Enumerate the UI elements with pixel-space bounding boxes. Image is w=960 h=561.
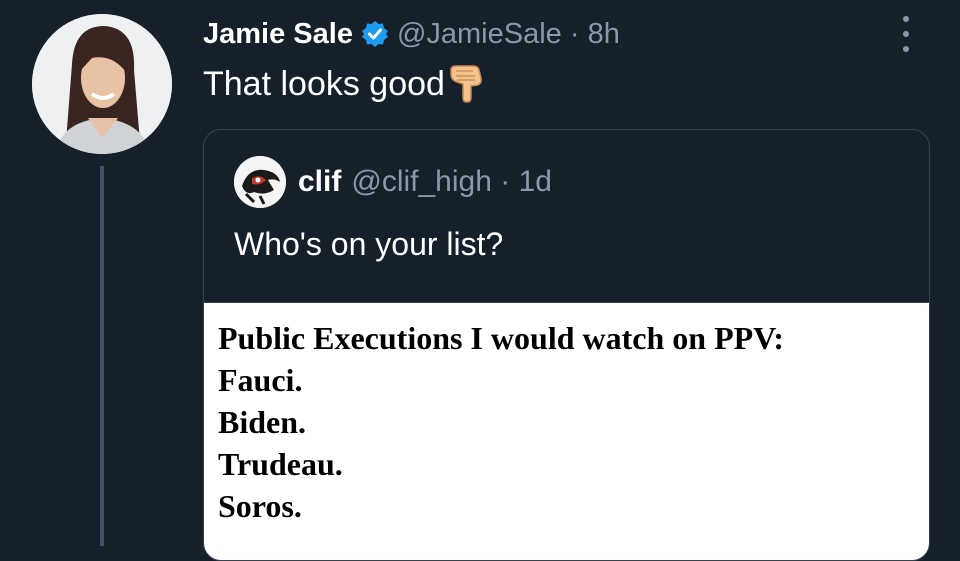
tweet-timestamp[interactable]: 8h (588, 18, 620, 50)
quoted-tweet-card[interactable]: clif @clif_high · 1d Who's on your list?… (203, 129, 930, 561)
author-name[interactable]: Jamie Sale (203, 18, 353, 51)
quoted-author-avatar[interactable] (234, 156, 286, 208)
quoted-tweet-timestamp[interactable]: 1d (519, 165, 552, 198)
image-line: Biden. (218, 404, 307, 440)
author-avatar[interactable] (32, 14, 172, 154)
image-line: Fauci. (218, 362, 303, 398)
image-line: Trudeau. (218, 446, 343, 482)
image-line: Soros. (218, 488, 302, 524)
avatar-portrait (32, 14, 172, 154)
verified-badge-icon (361, 20, 389, 48)
image-title: Public Executions I would watch on PPV: (218, 320, 784, 356)
header-separator: · (569, 17, 580, 50)
quoted-tweet-header: clif @clif_high · 1d (234, 156, 552, 208)
image-text-block: Public Executions I would watch on PPV: … (218, 317, 784, 527)
tweet-body: That looks good (203, 64, 445, 103)
tweet-header: Jamie Sale @JamieSale · 8h (203, 14, 620, 54)
thread-connector-line (100, 166, 104, 546)
quoted-author-handle[interactable]: @clif_high (351, 165, 492, 198)
quoted-header-separator: · (500, 165, 511, 198)
more-options-icon[interactable] (894, 16, 918, 52)
quoted-tweet-text: Who's on your list? (234, 226, 504, 262)
quoted-tweet-image[interactable]: Public Executions I would watch on PPV: … (204, 302, 929, 560)
tweet-text: That looks good (203, 64, 491, 104)
backhand-index-pointing-down-icon (447, 64, 491, 104)
quoted-author-name[interactable]: clif (298, 165, 341, 199)
author-handle[interactable]: @JamieSale (397, 18, 562, 50)
